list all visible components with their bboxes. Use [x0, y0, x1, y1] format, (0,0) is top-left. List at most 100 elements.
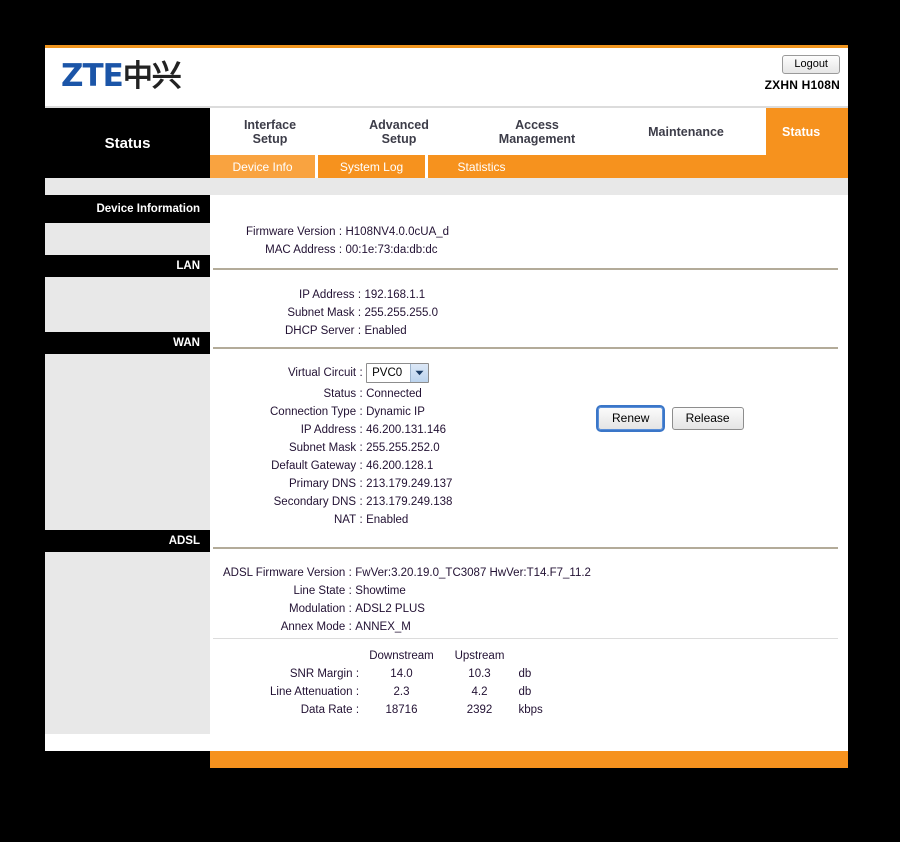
chevron-down-icon[interactable] — [410, 364, 429, 382]
virtual-circuit-select[interactable]: PVC0 — [366, 363, 430, 383]
device-model-label: ZXHN H108N — [764, 78, 840, 92]
row-key: Subnet Mask — [288, 442, 357, 454]
row-sep: : — [357, 289, 362, 301]
nav-item-line1: Advanced — [369, 117, 429, 132]
row-key: IP Address — [299, 289, 355, 301]
row-sep: : — [359, 442, 363, 454]
sidebar-spacer-top — [45, 178, 210, 195]
logout-button[interactable]: Logout — [782, 55, 840, 74]
sub-nav: Device Info System Log Statistics — [210, 155, 848, 178]
row-value: Enabled — [364, 325, 407, 337]
logo-latin-text: ZTE — [61, 58, 124, 94]
table-row: Modulation : ADSL2 PLUS — [223, 600, 591, 618]
section-adsl-statistics: Downstream Upstream SNR Margin : 14.0 10… — [210, 639, 848, 716]
nav-item-maintenance[interactable]: Maintenance — [606, 125, 766, 139]
row-downstream: 18716 — [385, 704, 418, 716]
section-device-information: Firmware Version : H108NV4.0.0cUA_d MAC … — [210, 195, 848, 268]
row-key: Connection Type — [270, 406, 357, 418]
table-header-row: Downstream Upstream — [270, 647, 543, 665]
row-key: IP Address — [300, 424, 357, 436]
section-adsl: ADSL Firmware Version : FwVer:3.20.19.0_… — [210, 549, 848, 638]
table-row: Primary DNS : 213.179.249.137 — [270, 475, 452, 493]
row-sep: : — [355, 686, 360, 698]
renew-button[interactable]: Renew — [595, 405, 666, 432]
table-row: Annex Mode : ANNEX_M — [223, 618, 591, 636]
table-row: Line State : Showtime — [223, 582, 591, 600]
row-sep: : — [348, 603, 352, 615]
row-value: Showtime — [355, 585, 406, 597]
row-value: H108NV4.0.0cUA_d — [345, 226, 450, 238]
zte-logo: ZTE中兴 — [61, 58, 182, 94]
subnav-item-statistics[interactable]: Statistics — [425, 155, 535, 178]
row-key: Default Gateway — [271, 460, 357, 472]
release-button[interactable]: Release — [671, 407, 744, 430]
table-row: Subnet Mask : 255.255.255.0 — [285, 304, 438, 322]
column-header-downstream: Downstream — [369, 650, 434, 662]
row-sep: : — [359, 478, 363, 490]
row-upstream: 4.2 — [471, 686, 488, 698]
sidebar: Device Information LAN WAN ADSL — [45, 178, 210, 751]
table-row: Status : Connected — [270, 385, 452, 403]
row-key: Data Rate — [300, 704, 353, 716]
row-key: Primary DNS — [289, 478, 357, 490]
row-downstream: 14.0 — [390, 668, 413, 680]
row-key: Annex Mode — [280, 621, 346, 633]
row-value: Enabled — [366, 514, 409, 526]
nav-item-status[interactable]: Status — [766, 108, 848, 155]
table-row: DHCP Server : Enabled — [285, 322, 438, 340]
router-admin-window: ZTE中兴 Logout ZXHN H108N Status Interface… — [45, 45, 848, 768]
row-key: NAT — [333, 514, 357, 526]
sidebar-spacer-1 — [45, 223, 210, 255]
wan-table: Virtual Circuit : PVC0 Status: Connecte… — [270, 361, 452, 529]
row-sep: : — [357, 307, 362, 319]
nav-item-advanced-setup[interactable]: Advanced Setup — [330, 118, 468, 146]
row-upstream: 2392 — [466, 704, 493, 716]
table-row: Default Gateway : 46.200.128.1 — [270, 457, 452, 475]
row-value: 46.200.128.1 — [366, 460, 434, 472]
footer-sidebar-bar — [45, 751, 210, 768]
row-key: Line Attenuation — [270, 686, 353, 698]
section-wan: Virtual Circuit : PVC0 Status: Connecte… — [210, 349, 848, 547]
content-panel: Firmware Version : H108NV4.0.0cUA_d MAC … — [210, 178, 848, 751]
row-sep: : — [359, 367, 363, 379]
row-value: 255.255.252.0 — [366, 442, 440, 454]
row-key: Subnet Mask — [287, 307, 355, 319]
nav-item-line2: Management — [498, 131, 576, 146]
adsl-statistics-table: Downstream Upstream SNR Margin : 14.0 10… — [270, 647, 543, 719]
nav-item-interface-setup[interactable]: Interface Setup — [210, 118, 330, 146]
subnav-item-system-log[interactable]: System Log — [315, 155, 425, 178]
row-value: 00:1e:73:da:db:dc — [345, 244, 438, 256]
navigation-bar: Status Interface Setup Advanced Setup Ac… — [45, 108, 848, 178]
row-sep: : — [359, 496, 363, 508]
row-key: DHCP Server — [285, 325, 355, 337]
row-key: Line State — [293, 585, 346, 597]
logo-cjk-text: 中兴 — [122, 59, 182, 94]
row-key: ADSL Firmware Version — [223, 567, 346, 579]
row-unit: db — [518, 668, 532, 680]
subnav-item-device-info[interactable]: Device Info — [210, 155, 315, 178]
table-row-virtual-circuit: Virtual Circuit : PVC0 — [270, 361, 452, 385]
sidebar-spacer-3 — [45, 354, 210, 530]
lan-table: IP Address : 192.168.1.1 Subnet Mask : 2… — [285, 286, 438, 340]
row-sep: : — [359, 460, 363, 472]
nav-item-line1: Access — [515, 117, 559, 132]
sidebar-spacer-2 — [45, 277, 210, 332]
main-nav: Interface Setup Advanced Setup Access Ma… — [210, 108, 848, 155]
row-key: Status — [323, 388, 357, 400]
current-section-title: Status — [45, 108, 210, 178]
table-row: ADSL Firmware Version : FwVer:3.20.19.0_… — [223, 564, 591, 582]
nav-item-access-management[interactable]: Access Management — [468, 118, 606, 146]
row-key: MAC Address — [265, 244, 336, 256]
row-downstream: 2.3 — [393, 686, 410, 698]
row-sep: : — [359, 424, 363, 436]
row-key: SNR Margin — [289, 668, 353, 680]
row-value: 192.168.1.1 — [364, 289, 426, 301]
row-value: 213.179.249.137 — [366, 478, 453, 490]
header-right-group: Logout ZXHN H108N — [765, 54, 840, 92]
page-footer — [45, 751, 848, 768]
sidebar-section-adsl: ADSL — [45, 530, 210, 552]
footer-accent-bar — [210, 751, 848, 768]
adsl-table: ADSL Firmware Version : FwVer:3.20.19.0_… — [223, 564, 591, 636]
row-sep: : — [355, 668, 360, 680]
row-unit: kbps — [518, 704, 543, 716]
